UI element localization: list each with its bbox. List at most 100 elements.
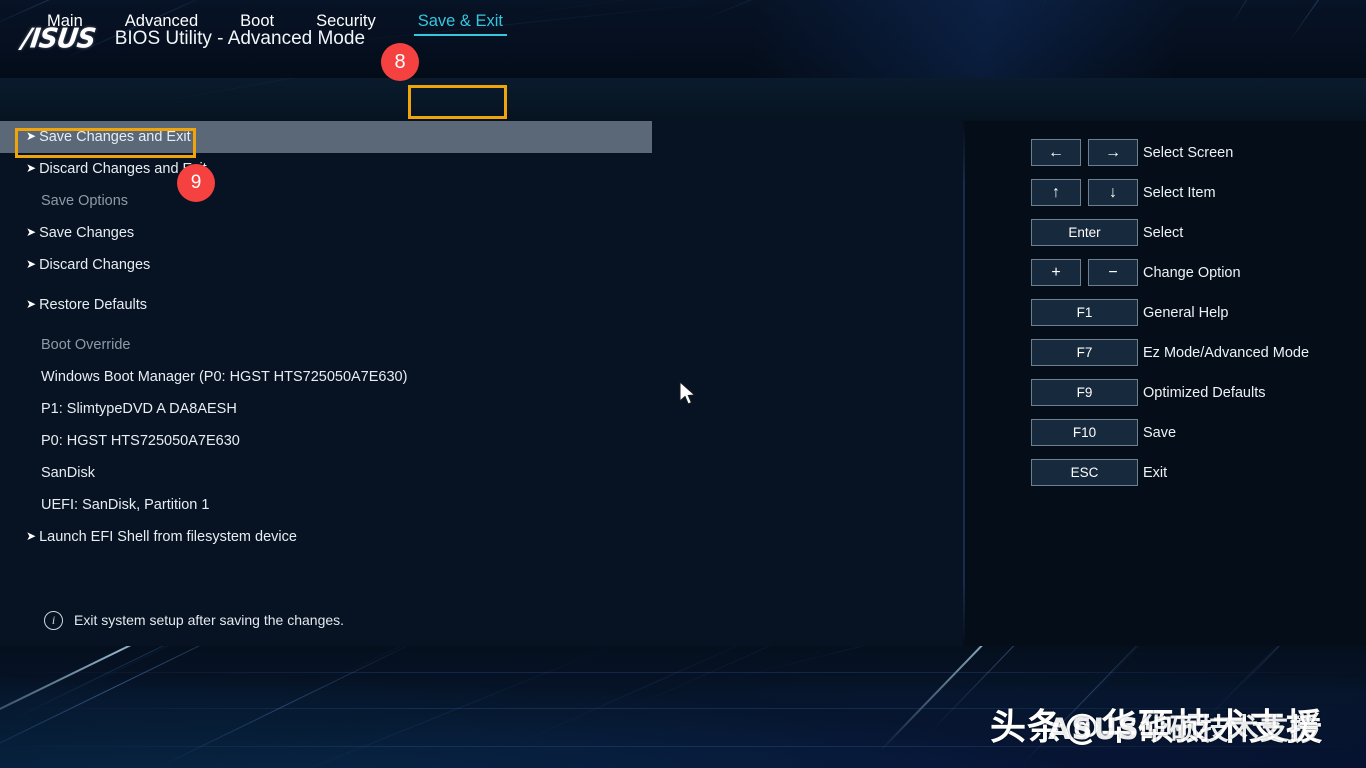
- page-title: BIOS Utility - Advanced Mode: [114, 28, 366, 49]
- hot-key-description: Select Screen: [1143, 144, 1234, 161]
- arrow-up-key[interactable]: ↑: [1031, 179, 1081, 206]
- chevron-right-icon: ➤: [26, 529, 37, 543]
- key-f1[interactable]: F1: [1031, 299, 1138, 326]
- arrow-left-key[interactable]: ←: [1031, 139, 1081, 166]
- bios-screen: /ISUS BIOS Utility - Advanced Mode Main A…: [0, 0, 1366, 768]
- decorative-streak: [619, 646, 858, 713]
- menu-item-p1-slimtypedvd-a-da8aesh[interactable]: P1: SlimtypeDVD A DA8AESH: [0, 393, 963, 425]
- decorative-streak: [59, 646, 384, 699]
- key-cap-label: ←: [1048, 143, 1064, 161]
- key-cap-label: Enter: [1068, 225, 1101, 240]
- menu-item-discard-changes-and-exit[interactable]: ➤ Discard Changes and Exit: [0, 153, 963, 185]
- hot-keys-panel: Hot Keys ←→Select Screen↑↓Select ItemEnt…: [965, 78, 1366, 646]
- key-esc[interactable]: ESC: [1031, 459, 1138, 486]
- hot-key-row: F10 Save: [965, 416, 1366, 456]
- step-badge-9: 9: [177, 164, 215, 202]
- help-text: Exit system setup after saving the chang…: [74, 612, 345, 628]
- decorative-streak: [1239, 646, 1352, 687]
- tabstrip-streak-decoration: [0, 78, 1366, 121]
- menu-item-label: Windows Boot Manager (P0: HGST HTS725050…: [41, 369, 408, 385]
- hot-key-description: Change Option: [1143, 264, 1241, 281]
- header: /ISUS BIOS Utility - Advanced Mode: [0, 0, 1366, 78]
- key-cap-label: ↓: [1109, 183, 1117, 201]
- decorative-streak: [0, 646, 308, 744]
- plus-key[interactable]: +: [1031, 259, 1081, 286]
- step-badge-8: 8: [381, 43, 419, 81]
- hot-key-description: Select: [1143, 224, 1184, 241]
- help-bar: i Exit system setup after saving the cha…: [0, 598, 963, 642]
- chevron-right-icon: ➤: [26, 161, 37, 175]
- menu-item-label: Restore Defaults: [39, 297, 148, 313]
- hot-keys-list: ← → Select Screen ↑ ↓ Select Item Enter Select +…: [965, 136, 1366, 496]
- hot-key-description: Save: [1143, 424, 1177, 441]
- key-f7[interactable]: F7: [1031, 339, 1138, 366]
- menu-spacer: [0, 321, 963, 329]
- hot-key-row: F7 Ez Mode/Advanced Mode: [965, 336, 1366, 376]
- decorative-streak: [9, 646, 280, 721]
- mouse-cursor: [679, 380, 697, 412]
- menu-item-sandisk[interactable]: SanDisk: [0, 457, 963, 489]
- key-f10[interactable]: F10: [1031, 419, 1138, 446]
- menu-item-launch-efi-shell-from-filesystem-device[interactable]: ➤ Launch EFI Shell from filesystem device: [0, 521, 963, 553]
- menu-item-label: Launch EFI Shell from filesystem device: [39, 529, 297, 545]
- menu-item-label: Save Options: [41, 193, 129, 209]
- key-f9[interactable]: F9: [1031, 379, 1138, 406]
- key-enter[interactable]: Enter: [1031, 219, 1138, 246]
- hot-key-description: Exit: [1143, 464, 1168, 481]
- arrow-down-key[interactable]: ↓: [1088, 179, 1138, 206]
- hot-key-row: + − Change Option: [965, 256, 1366, 296]
- hot-key-row: F1 General Help: [965, 296, 1366, 336]
- key-cap-label: ESC: [1070, 465, 1099, 480]
- menu-item-label: P1: SlimtypeDVD A DA8AESH: [41, 401, 237, 417]
- menu-item-save-changes-and-exit[interactable]: ➤ Save Changes and Exit: [0, 121, 652, 153]
- hot-key-row: ← → Select Screen: [965, 136, 1366, 176]
- decorative-streak: [519, 646, 795, 743]
- menu-item-label: Save Changes: [39, 225, 135, 241]
- decorative-streak: [0, 646, 302, 763]
- main-content: ➤ Save Changes and Exit ➤ Discard Changes a…: [0, 121, 963, 646]
- hot-key-description: Ez Mode/Advanced Mode: [1143, 344, 1310, 361]
- decorative-streak: [699, 646, 1031, 687]
- decorative-line: [0, 672, 1366, 673]
- chevron-right-icon: ➤: [26, 129, 37, 143]
- hot-key-row: Enter Select: [965, 216, 1366, 256]
- hot-key-row: F9 Optimized Defaults: [965, 376, 1366, 416]
- key-cap-label: F7: [1076, 345, 1093, 360]
- menu-item-discard-changes[interactable]: ➤ Discard Changes: [0, 249, 963, 281]
- decorative-streak: [159, 646, 430, 767]
- menu-item-restore-defaults[interactable]: ➤ Restore Defaults: [0, 289, 963, 321]
- asus-logo: /ISUS: [19, 23, 97, 55]
- decorative-streak: [119, 78, 416, 109]
- menu-item-windows-boot-manager-p0-hgst-hts725050a7[interactable]: Windows Boot Manager (P0: HGST HTS725050…: [0, 361, 963, 393]
- menu-item-uefi-sandisk-partition-1[interactable]: UEFI: SanDisk, Partition 1: [0, 489, 963, 521]
- arrow-right-key[interactable]: →: [1088, 139, 1138, 166]
- key-cap-label: F1: [1076, 305, 1093, 320]
- chevron-right-icon: ➤: [26, 225, 37, 239]
- chevron-right-icon: ➤: [26, 257, 37, 271]
- decorative-streak: [899, 78, 1080, 85]
- menu-item-label: Boot Override: [41, 337, 131, 353]
- menu-item-p0-hgst-hts725050a7e630[interactable]: P0: HGST HTS725050A7E630: [0, 425, 963, 457]
- hot-key-description: General Help: [1143, 304, 1229, 321]
- decorative-streak: [239, 646, 630, 768]
- save-exit-menu-list: ➤ Save Changes and Exit ➤ Discard Changes a…: [0, 121, 963, 553]
- decorative-streak: [329, 646, 582, 681]
- hot-key-description: Select Item: [1143, 184, 1216, 201]
- key-cap-label: +: [1051, 263, 1061, 281]
- menu-item-label: SanDisk: [41, 465, 95, 481]
- info-icon: i: [44, 610, 63, 630]
- watermark-secondary: ASUS华硕技术支援: [1048, 712, 1320, 746]
- menu-item-label: P0: HGST HTS725050A7E630: [41, 433, 240, 449]
- key-cap-label: →: [1105, 143, 1121, 161]
- hot-key-row: ESC Exit: [965, 456, 1366, 496]
- key-cap-label: −: [1108, 263, 1118, 281]
- minus-key[interactable]: −: [1088, 259, 1138, 286]
- menu-item-save-changes[interactable]: ➤ Save Changes: [0, 217, 963, 249]
- decorative-streak: [1119, 78, 1216, 81]
- key-cap-label: F9: [1076, 385, 1093, 400]
- menu-item-label: Discard Changes: [39, 257, 151, 273]
- tab-strip: [0, 78, 1366, 121]
- hot-key-description: Optimized Defaults: [1143, 384, 1266, 401]
- decorative-streak: [1249, 78, 1325, 93]
- menu-item-label: UEFI: SanDisk, Partition 1: [41, 497, 210, 513]
